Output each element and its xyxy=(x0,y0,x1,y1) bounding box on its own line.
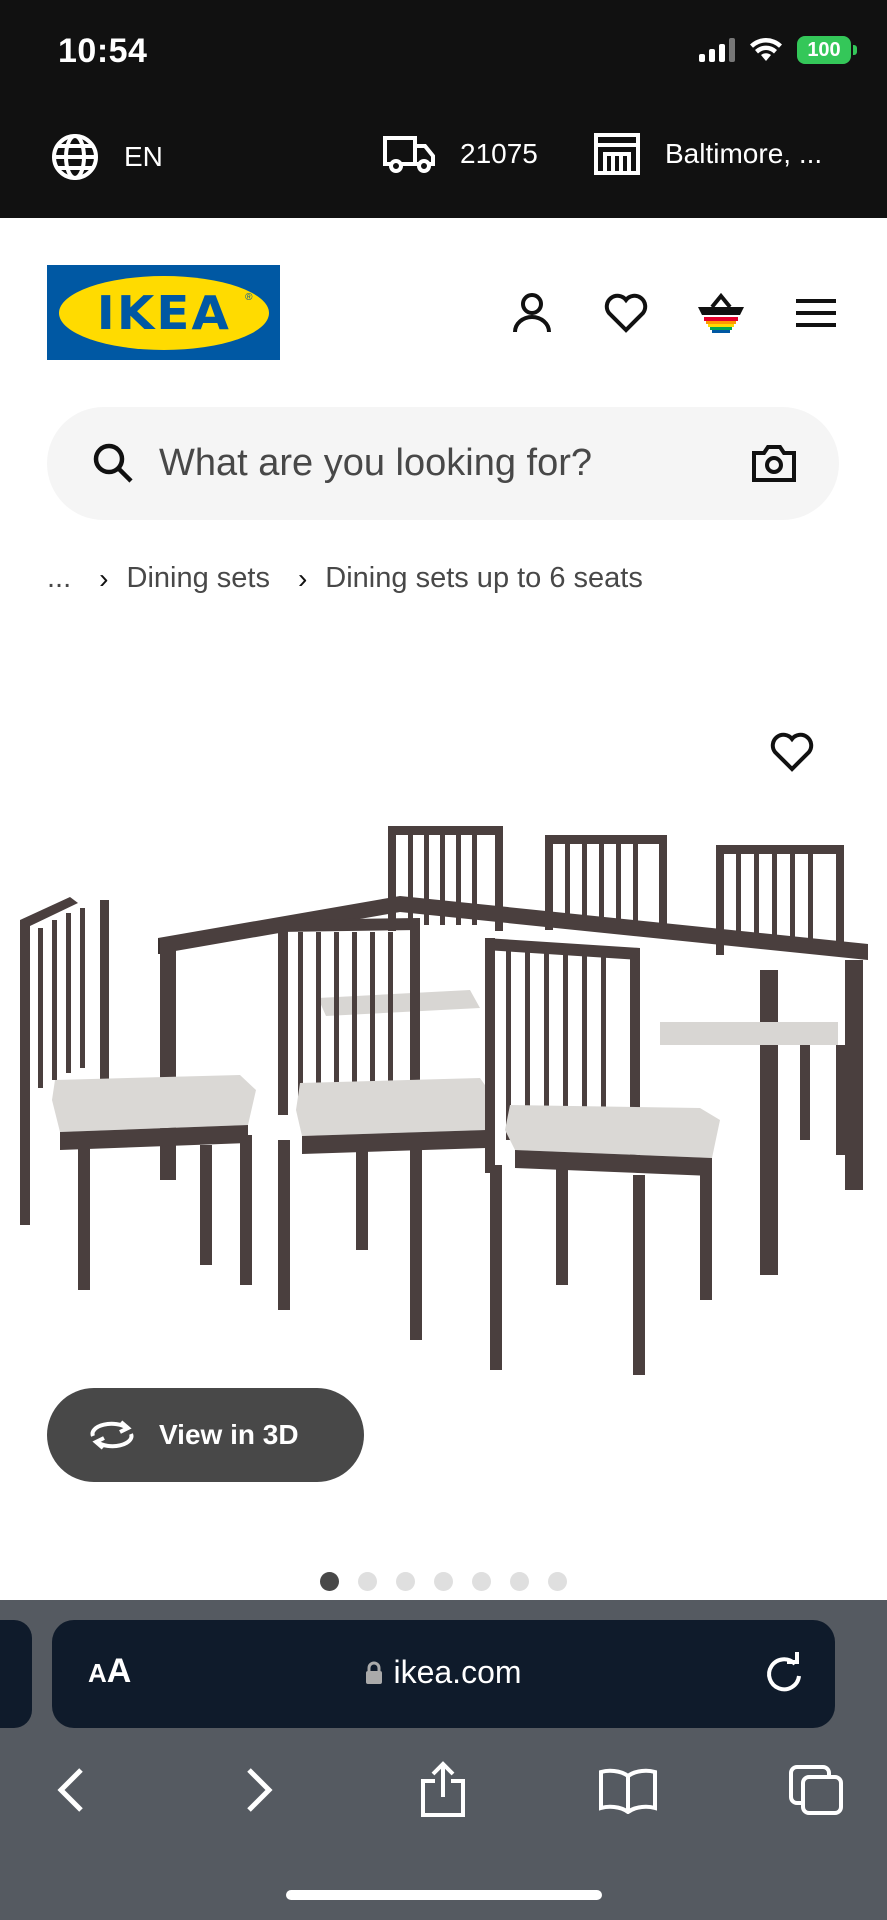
breadcrumb-ellipsis[interactable]: ... xyxy=(47,562,71,595)
browser-toolbar: AA ikea.com xyxy=(0,1600,887,1920)
previous-tab-peek[interactable] xyxy=(0,1620,32,1728)
account-button[interactable] xyxy=(507,288,557,338)
site-header: IKEA ® xyxy=(0,218,887,378)
favourites-button[interactable] xyxy=(601,288,651,338)
carousel-dots xyxy=(320,1572,567,1591)
tabs-icon xyxy=(789,1765,843,1815)
carousel-dot[interactable] xyxy=(396,1572,415,1591)
heart-icon xyxy=(604,293,648,333)
status-icons: 100 xyxy=(699,36,857,64)
url-text: ikea.com xyxy=(393,1654,522,1690)
view-in-3d-label: View in 3D xyxy=(159,1419,299,1450)
store-icon xyxy=(594,133,640,175)
product-image[interactable] xyxy=(0,800,887,1400)
logo-oval: IKEA ® xyxy=(58,275,269,350)
carousel-dot[interactable] xyxy=(358,1572,377,1591)
rotate-3d-icon xyxy=(90,1420,134,1450)
zip-label: 21075 xyxy=(460,138,538,169)
share-icon xyxy=(421,1761,465,1817)
back-button[interactable] xyxy=(38,1758,102,1822)
battery-icon: 100 xyxy=(797,36,857,64)
chevron-right-icon: › xyxy=(99,562,109,594)
logo-text: IKEA xyxy=(96,285,231,340)
reload-icon[interactable] xyxy=(761,1650,805,1694)
top-bar: 10:54 100 EN 21075 Baltimore, ... xyxy=(0,0,887,218)
basket-button[interactable] xyxy=(696,288,746,338)
truck-icon xyxy=(383,136,435,173)
forward-icon xyxy=(247,1768,273,1812)
url-display[interactable]: ikea.com xyxy=(52,1654,835,1691)
address-bar[interactable]: AA ikea.com xyxy=(52,1620,835,1728)
bookmarks-icon xyxy=(599,1768,657,1814)
tabs-button[interactable] xyxy=(784,1758,848,1822)
home-indicator xyxy=(286,1890,602,1900)
menu-icon xyxy=(796,299,836,327)
breadcrumb-item[interactable]: Dining sets up to 6 seats xyxy=(325,562,643,595)
back-icon xyxy=(57,1768,83,1812)
user-icon xyxy=(513,293,551,333)
search-bar[interactable] xyxy=(47,407,839,520)
search-input[interactable] xyxy=(159,407,719,520)
bookmarks-button[interactable] xyxy=(596,1758,660,1822)
language-label: EN xyxy=(124,141,163,172)
delivery-zip[interactable]: 21075 xyxy=(382,132,538,176)
share-button[interactable] xyxy=(411,1758,475,1822)
search-icon xyxy=(93,443,133,483)
save-to-favourites-button[interactable] xyxy=(765,725,819,779)
forward-button[interactable] xyxy=(228,1758,292,1822)
camera-icon[interactable] xyxy=(751,443,797,483)
wifi-icon xyxy=(750,38,782,61)
carousel-dot[interactable] xyxy=(472,1572,491,1591)
store-label: Baltimore, ... xyxy=(665,138,823,169)
ikea-logo[interactable]: IKEA ® xyxy=(47,265,280,360)
carousel-dot[interactable] xyxy=(320,1572,339,1591)
language-selector[interactable]: EN xyxy=(50,132,163,182)
basket-icon xyxy=(698,292,744,333)
breadcrumb: ... › Dining sets › Dining sets up to 6 … xyxy=(47,562,643,595)
breadcrumb-item[interactable]: Dining sets xyxy=(127,562,270,595)
status-time: 10:54 xyxy=(58,32,148,70)
registered-mark: ® xyxy=(245,291,253,303)
carousel-dot[interactable] xyxy=(434,1572,453,1591)
menu-button[interactable] xyxy=(791,288,841,338)
carousel-dot[interactable] xyxy=(548,1572,567,1591)
cellular-signal-icon xyxy=(699,38,735,62)
lock-icon xyxy=(366,1661,383,1684)
heart-icon xyxy=(770,732,814,772)
view-in-3d-button[interactable]: View in 3D xyxy=(47,1388,364,1482)
carousel-dot[interactable] xyxy=(510,1572,529,1591)
utility-bar: EN 21075 Baltimore, ... xyxy=(0,132,887,188)
battery-level: 100 xyxy=(807,38,841,61)
chevron-right-icon: › xyxy=(297,562,308,594)
globe-icon xyxy=(52,134,98,180)
store-selector[interactable]: Baltimore, ... xyxy=(593,132,822,176)
